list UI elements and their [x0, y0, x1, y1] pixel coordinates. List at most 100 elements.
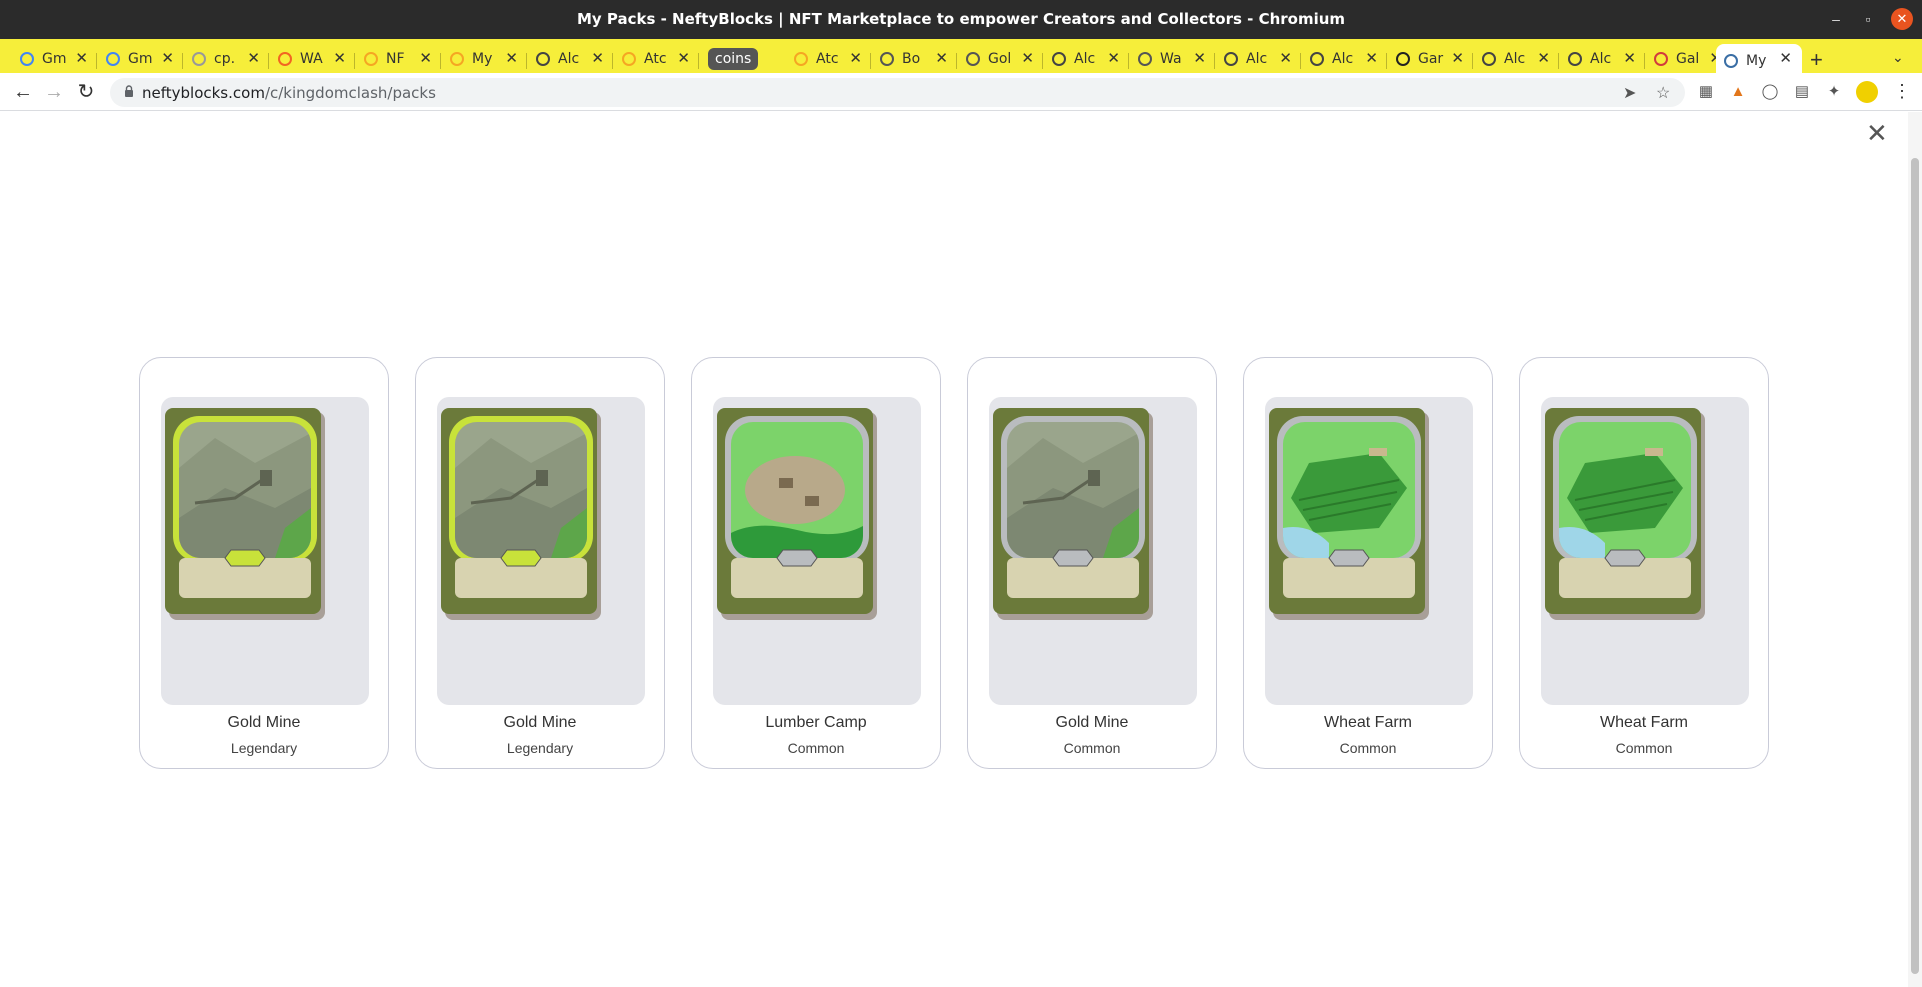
minimize-icon[interactable]: –: [1825, 8, 1847, 30]
tab-close-icon[interactable]: ✕: [677, 49, 690, 67]
wax-icon: [278, 52, 292, 66]
globe-icon: [880, 52, 894, 66]
back-arrow-icon[interactable]: ←: [10, 79, 36, 105]
tab-search-chevron-icon[interactable]: ⌄: [1892, 49, 1904, 66]
tab-close-icon[interactable]: ✕: [1365, 49, 1378, 67]
pack-card[interactable]: Wheat Farm Common: [1519, 357, 1769, 769]
tab-label: WA: [300, 51, 323, 67]
tab-close-icon[interactable]: ✕: [1623, 49, 1636, 67]
browser-tab[interactable]: Alc ✕: [1302, 44, 1388, 74]
tab-group-coins[interactable]: coins: [708, 48, 759, 70]
bookmark-star-icon[interactable]: ☆: [1656, 83, 1670, 103]
profile-avatar[interactable]: [1856, 81, 1878, 103]
drop-icon: [1482, 52, 1496, 66]
tab-close-icon[interactable]: ✕: [1193, 49, 1206, 67]
qr-extension-icon[interactable]: ▦: [1696, 82, 1716, 102]
sun-icon: [364, 52, 378, 66]
window-extension-icon[interactable]: ▤: [1792, 82, 1812, 102]
scrollbar-thumb[interactable]: [1911, 158, 1919, 974]
tab-close-icon[interactable]: ✕: [419, 49, 432, 67]
browser-tab[interactable]: Gm ✕: [12, 44, 98, 74]
tab-close-icon[interactable]: ✕: [1451, 49, 1464, 67]
drop-icon: [1052, 52, 1066, 66]
drop-icon: [1224, 52, 1238, 66]
browser-tab[interactable]: Bo ✕: [872, 44, 958, 74]
browser-tab[interactable]: Alc ✕: [1044, 44, 1130, 74]
tab-close-icon[interactable]: ✕: [1779, 49, 1792, 67]
tab-separator: [1214, 53, 1215, 69]
card-art: [1269, 408, 1429, 625]
browser-tab[interactable]: Atc ✕: [786, 44, 872, 74]
tab-separator: [354, 53, 355, 69]
tab-label: Alc: [1074, 51, 1096, 67]
tab-label: Alc: [1332, 51, 1354, 67]
browser-tab[interactable]: Wa ✕: [1130, 44, 1216, 74]
card-art-image: [717, 408, 877, 620]
metamask-fox-icon[interactable]: ▲: [1728, 82, 1748, 102]
browser-tab[interactable]: NF ✕: [356, 44, 442, 74]
browser-tab[interactable]: WA ✕: [270, 44, 356, 74]
pack-card[interactable]: Wheat Farm Common: [1243, 357, 1493, 769]
puzzle-extensions-icon[interactable]: ✦: [1824, 82, 1844, 102]
browser-tab[interactable]: My ✕: [442, 44, 528, 74]
browser-tab[interactable]: Gar ✕: [1388, 44, 1474, 74]
browser-tab[interactable]: Gm ✕: [98, 44, 184, 74]
reload-icon[interactable]: ↻: [73, 79, 99, 105]
pack-card[interactable]: Lumber Camp Common: [691, 357, 941, 769]
drop-icon: [536, 52, 550, 66]
page-scrollbar[interactable]: [1908, 112, 1922, 987]
globe-icon: [966, 52, 980, 66]
close-modal-icon[interactable]: ✕: [1866, 120, 1888, 146]
globe-extension-icon[interactable]: ◯: [1760, 82, 1780, 102]
tab-separator: [526, 53, 527, 69]
pack-card[interactable]: Gold Mine Legendary: [415, 357, 665, 769]
card-rarity: Common: [1063, 740, 1121, 756]
pack-card[interactable]: Gold Mine Legendary: [139, 357, 389, 769]
tab-close-icon[interactable]: ✕: [935, 49, 948, 67]
tab-close-icon[interactable]: ✕: [1021, 49, 1034, 67]
pack-cards-grid: Gold Mine Legendary Gold Mine Legendary Lumb…: [139, 357, 1769, 769]
pack-card[interactable]: Gold Mine Common: [967, 357, 1217, 769]
card-art: [993, 408, 1153, 625]
tab-close-icon[interactable]: ✕: [333, 49, 346, 67]
card-art-image: [1545, 408, 1705, 620]
browser-tab[interactable]: cp. ✕: [184, 44, 270, 74]
close-window-icon[interactable]: ✕: [1891, 8, 1913, 30]
browser-tab[interactable]: Gol ✕: [958, 44, 1044, 74]
card-art-image: [165, 408, 325, 620]
browser-tab[interactable]: Alc ✕: [1560, 44, 1646, 74]
address-bar[interactable]: neftyblocks.com/c/kingdomclash/packs ➤ ☆: [110, 78, 1685, 107]
tab-separator: [440, 53, 441, 69]
forward-arrow-icon[interactable]: →: [41, 79, 67, 105]
url-text[interactable]: neftyblocks.com/c/kingdomclash/packs: [142, 84, 436, 102]
tab-close-icon[interactable]: ✕: [75, 49, 88, 67]
tab-label: Gar: [1418, 51, 1444, 67]
tab-close-icon[interactable]: ✕: [161, 49, 174, 67]
browser-tab[interactable]: Alc ✕: [1474, 44, 1560, 74]
browser-tab[interactable]: Alc ✕: [1216, 44, 1302, 74]
sun-icon: [622, 52, 636, 66]
tab-label: Alc: [1590, 51, 1612, 67]
card-rarity: Legendary: [506, 740, 574, 756]
card-name: Gold Mine: [1055, 714, 1129, 731]
tab-label: Gm: [42, 51, 67, 67]
tab-close-icon[interactable]: ✕: [247, 49, 260, 67]
new-tab-button[interactable]: +: [1810, 47, 1823, 73]
tab-close-icon[interactable]: ✕: [1279, 49, 1292, 67]
tab-label: Alc: [1246, 51, 1268, 67]
browser-tab[interactable]: Alc ✕: [528, 44, 614, 74]
card-rarity: Common: [787, 740, 845, 756]
tab-close-icon[interactable]: ✕: [849, 49, 862, 67]
maximize-icon[interactable]: ▫: [1857, 8, 1879, 30]
game-icon: [1396, 52, 1410, 66]
send-icon[interactable]: ➤: [1623, 83, 1636, 103]
card-name: Gold Mine: [227, 714, 301, 731]
browser-tab[interactable]: Atc ✕: [614, 44, 700, 74]
tab-close-icon[interactable]: ✕: [505, 49, 518, 67]
tab-close-icon[interactable]: ✕: [1107, 49, 1120, 67]
tab-close-icon[interactable]: ✕: [591, 49, 604, 67]
browser-menu-icon[interactable]: ⋮: [1893, 81, 1911, 102]
tab-close-icon[interactable]: ✕: [1537, 49, 1550, 67]
tab-separator: [1472, 53, 1473, 69]
tab-separator: [182, 53, 183, 69]
